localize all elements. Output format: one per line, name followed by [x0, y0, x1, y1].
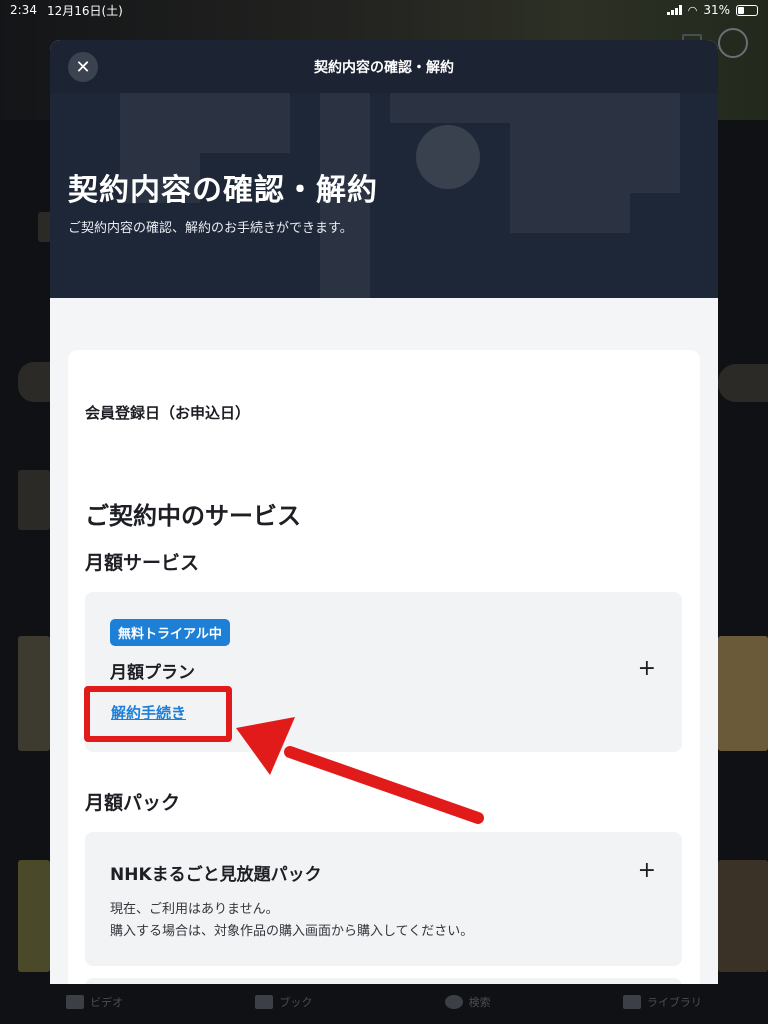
wifi-icon: ◠	[687, 3, 698, 17]
trial-badge: 無料トライアル中	[110, 619, 230, 646]
modal-header: ✕ 契約内容の確認・解約	[50, 40, 718, 93]
status-time: 2:34	[10, 3, 37, 17]
hero-decoration	[390, 93, 510, 123]
background-tab: ライブラリ	[622, 994, 702, 1010]
hero-circle-decoration	[416, 125, 480, 189]
member-registration-label: 会員登録日（お申込日）	[85, 404, 251, 422]
close-button[interactable]: ✕	[68, 52, 98, 82]
modal-title: 契約内容の確認・解約	[314, 59, 454, 76]
expand-plus-icon[interactable]: +	[638, 658, 656, 680]
background-tab: 検索	[444, 994, 491, 1010]
hero-title: 契約内容の確認・解約	[68, 173, 378, 208]
background-chip	[718, 364, 768, 402]
background-tab-label: ブック	[279, 996, 313, 1009]
services-heading: ご契約中のサービス	[85, 502, 301, 530]
contract-modal: ✕ 契約内容の確認・解約 契約内容の確認・解約 ご契約内容の確認、解約のお手続き…	[50, 40, 718, 984]
background-tab-label: ライブラリ	[646, 996, 702, 1009]
hero-decoration	[200, 93, 290, 153]
monthly-service-heading: 月額サービス	[85, 552, 200, 574]
background-thumb	[18, 470, 50, 530]
battery-percent: 31%	[703, 3, 730, 17]
background-tab-bar: ビデオ ブック 検索 ライブラリ	[0, 980, 768, 1024]
pack-note-line: 現在、ご利用はありません。	[110, 902, 279, 917]
background-thumb	[18, 636, 50, 751]
status-right: ◠ 31%	[666, 3, 758, 17]
background-tab-label: 検索	[468, 996, 491, 1009]
monthly-pack-heading: 月額パック	[85, 792, 181, 814]
status-bar: 2:34 12月16日(土) ◠ 31%	[0, 0, 768, 20]
pack-note-line: 購入する場合は、対象作品の購入画面から購入してください。	[110, 924, 474, 939]
pack-card: NHKまるごと見放題パック + 現在、ご利用はありません。 購入する場合は、対象…	[85, 832, 682, 966]
annotation-highlight-box	[84, 686, 232, 742]
close-icon: ✕	[75, 56, 91, 78]
monthly-plan-name: 月額プラン	[110, 663, 195, 683]
background-thumb	[18, 860, 50, 972]
profile-avatar-icon	[718, 28, 748, 58]
book-icon	[255, 995, 274, 1009]
background-thumb	[718, 636, 768, 751]
signal-icon	[666, 5, 682, 15]
status-date: 12月16日(土)	[46, 3, 123, 18]
hero-decoration	[630, 93, 680, 193]
expand-plus-icon[interactable]: +	[638, 860, 656, 882]
hero-decoration	[510, 93, 630, 233]
next-card	[85, 978, 682, 984]
search-icon	[444, 995, 463, 1009]
background-chip	[18, 362, 50, 402]
background-tab-label: ビデオ	[90, 996, 124, 1009]
background-tab: ビデオ	[66, 994, 123, 1010]
background-tab: ブック	[255, 994, 312, 1010]
pack-name: NHKまるごと見放題パック	[110, 865, 322, 885]
hero-subtitle: ご契約内容の確認、解約のお手続きができます。	[68, 221, 353, 236]
hero-banner: 契約内容の確認・解約 ご契約内容の確認、解約のお手続きができます。	[50, 93, 718, 298]
contract-content-card: 会員登録日（お申込日） ご契約中のサービス 月額サービス 無料トライアル中 月額…	[68, 350, 700, 984]
play-icon	[66, 995, 85, 1009]
battery-icon	[736, 4, 758, 16]
library-icon	[622, 995, 641, 1009]
background-thumb	[718, 860, 768, 972]
